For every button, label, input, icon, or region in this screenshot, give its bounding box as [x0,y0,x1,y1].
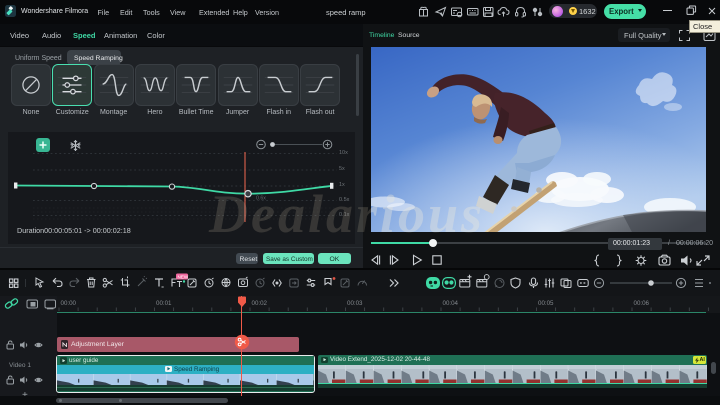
svg-text:00:04: 00:04 [443,300,459,307]
svg-text:00:02: 00:02 [252,300,268,307]
svg-text:00:05: 00:05 [538,300,554,307]
svg-text:00:03: 00:03 [347,300,363,307]
svg-text:NEW: NEW [178,274,189,279]
svg-text:00:06: 00:06 [634,300,650,307]
svg-text:00:00: 00:00 [61,300,77,307]
svg-text:00:01: 00:01 [156,300,172,307]
